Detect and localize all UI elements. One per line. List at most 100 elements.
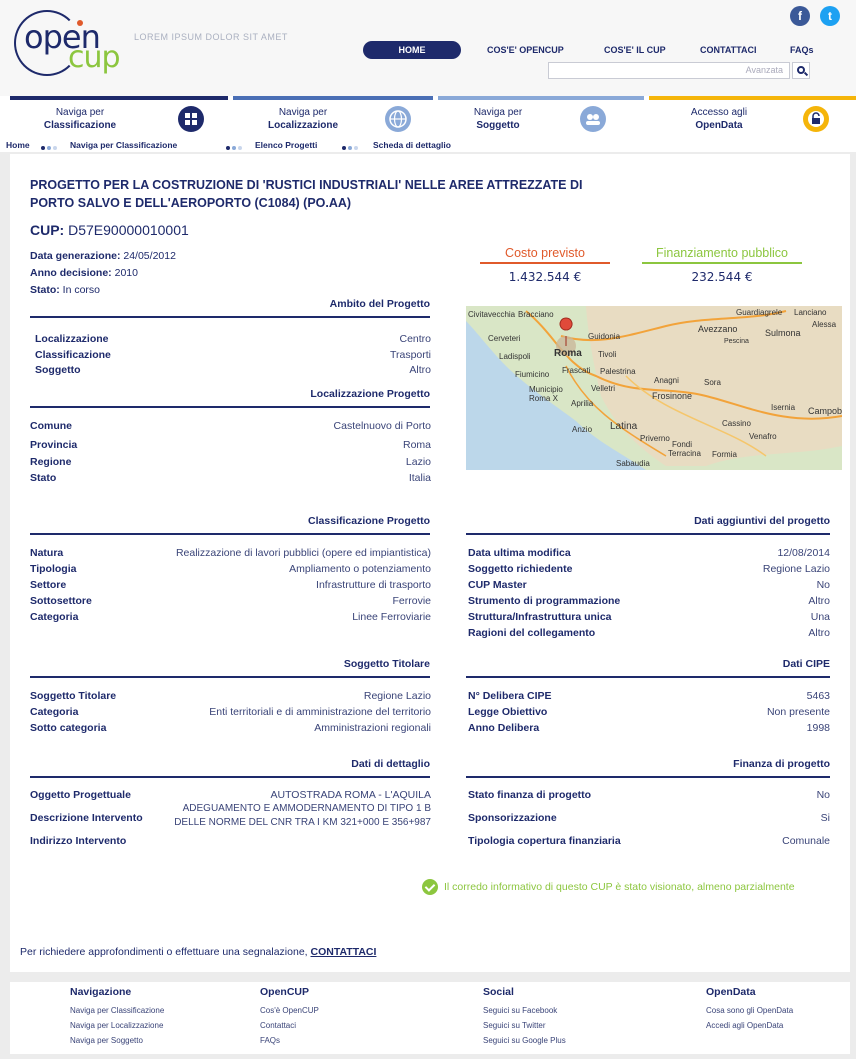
row-key: Categoria [30,611,79,623]
section-divider [466,676,830,678]
map-label: Terracina [668,449,701,458]
finanza-title: Finanza di progetto [733,758,830,770]
map-label: Sulmona [765,328,801,338]
category-line2: OpenData [695,120,743,131]
footer-link[interactable]: Cosa sono gli OpenData [706,1003,793,1018]
section-divider [30,676,430,678]
row-value: Linee Ferroviarie [352,611,431,623]
row-key: Soggetto [35,364,81,376]
row-value: Si [820,812,830,824]
category-localizzazione[interactable]: Naviga per Localizzazione [233,96,433,138]
row-key: Stato [30,472,57,484]
category-classificazione[interactable]: Naviga per Classificazione [10,96,228,138]
row-key: Tipologia copertura finanziaria [468,835,621,847]
footer-link[interactable]: Naviga per Localizzazione [70,1018,164,1033]
map-label: Cassino [722,419,751,428]
localizzazione-row: Stato Italia [30,470,431,486]
nav-contattaci[interactable]: CONTATTACI [700,41,757,59]
aggiuntivi-title: Dati aggiuntivi del progetto [694,515,830,527]
footer-link[interactable]: Contattaci [260,1018,319,1033]
map-label: Civitavecchia [468,310,516,319]
cipe-row: N° Delibera CIPE 5463 [468,688,830,704]
dettaglio-indirizzo: Indirizzo Intervento [30,833,431,849]
people-icon [580,106,606,132]
nav-cose-opencup[interactable]: COS'E' OPENCUP [487,41,564,59]
row-key: Regione [30,456,72,468]
footer-link[interactable]: Seguici su Facebook [483,1003,566,1018]
row-value: Lazio [405,456,431,468]
row-value: Italia [408,472,431,484]
aggiuntivi-row: CUP Master No [468,577,830,593]
classificazione-row: Natura Realizzazione di lavori pubblici (… [30,545,431,561]
map-label: Fondi [672,440,693,449]
row-value: 1998 [806,722,830,734]
map-label: Anagni [654,376,679,385]
dettaglio-title: Dati di dettaglio [351,758,430,770]
category-bar: Naviga per Classificazione Naviga per Lo… [0,96,856,138]
row-key: CUP Master [468,579,527,591]
breadcrumb-elenco[interactable]: Elenco Progetti [255,138,317,152]
breadcrumb-classificazione[interactable]: Naviga per Classificazione [70,138,177,152]
map-label: Guardiagrele [736,308,783,317]
footer-link[interactable]: FAQs [260,1033,319,1048]
map-label: Pescina [724,338,749,345]
project-title: PROGETTO PER LA COSTRUZIONE DI 'RUSTICI … [30,178,583,210]
costo-value: 1.432.544 € [508,270,582,284]
row-key: Soggetto richiedente [468,563,573,575]
row-value: No [816,789,830,801]
footer-link[interactable]: Seguici su Google Plus [483,1033,566,1048]
footer-opendata: OpenData Cosa sono gli OpenData Accedi a… [706,986,793,1033]
footer-heading: Navigazione [70,986,132,998]
map-label: Cerveteri [488,334,521,343]
cup-value: D57E90000010001 [68,222,189,238]
descrizione-line-2: DELLE NORME DEL CNR TRA I KM 321+000 E 3… [174,817,431,828]
footer-link[interactable]: Seguici su Twitter [483,1018,566,1033]
row-value: Infrastrutture di trasporto [316,579,431,591]
grid-icon [178,106,204,132]
row-key: Indirizzo Intervento [30,835,127,847]
footer-link[interactable]: Accedi agli OpenData [706,1018,793,1033]
twitter-icon[interactable]: t [820,6,840,26]
contattaci-link[interactable]: CONTATTACI [311,946,377,958]
footer-link[interactable]: Cos'è OpenCUP [260,1003,319,1018]
facebook-icon[interactable]: f [790,6,810,26]
category-opendata[interactable]: Accesso agli OpenData [649,96,856,138]
nav-faqs[interactable]: FAQs [790,41,814,59]
section-divider [466,533,830,535]
ambito-row: Soggetto Altro [35,362,431,378]
category-line1: Naviga per [473,107,523,118]
category-line1: Accesso agli [690,107,748,118]
search-button[interactable] [792,62,810,79]
category-soggetto[interactable]: Naviga per Soggetto [438,96,644,138]
nav-home[interactable]: HOME [363,41,461,59]
aggiuntivi-row: Soggetto richiedente Regione Lazio [468,561,830,577]
finanziamento-pubblico: Finanziamento pubblico 232.544 € [642,246,802,284]
opencup-logo[interactable]: open cup [14,10,124,80]
row-value: Roma [402,439,431,451]
map-label: Sora [704,378,721,387]
cup-code: CUP: D57E90000010001 [30,222,189,238]
footer-link[interactable]: Naviga per Classificazione [70,1003,164,1018]
anno-decisione: Anno decisione: 2010 [30,267,138,279]
search-input[interactable]: Avanzata [548,62,790,79]
visionato-notice: Il corredo informativo di questo CUP è s… [422,879,795,895]
costo-previsto: Costo previsto 1.432.544 € [480,246,610,284]
classificazione-row: Settore Infrastrutture di trasporto [30,577,431,593]
finanza-row: Stato finanza di progetto No [468,787,830,803]
map-label: Aprilia [571,399,594,408]
visionato-text: Il corredo informativo di questo CUP è s… [444,880,795,893]
row-value: Regione Lazio [363,690,431,702]
globe-icon [385,106,411,132]
breadcrumb-home[interactable]: Home [6,138,30,152]
row-key: Oggetto Progettuale [30,789,131,801]
row-value: Altro [409,364,431,376]
row-key: Localizzazione [35,333,109,345]
footer-link[interactable]: Naviga per Soggetto [70,1033,164,1048]
row-key: Data ultima modifica [468,547,571,559]
location-map[interactable]: Civitavecchia Bracciano Cerveteri Guidon… [466,306,842,470]
nav-cose-il-cup[interactable]: COS'E' IL CUP [604,41,666,59]
section-divider [30,776,430,778]
aggiuntivi-row: Struttura/Infrastruttura unica Una [468,609,830,625]
tagline: LOREM IPSUM DOLOR SIT AMET [134,32,288,42]
row-value: Trasporti [389,349,431,361]
